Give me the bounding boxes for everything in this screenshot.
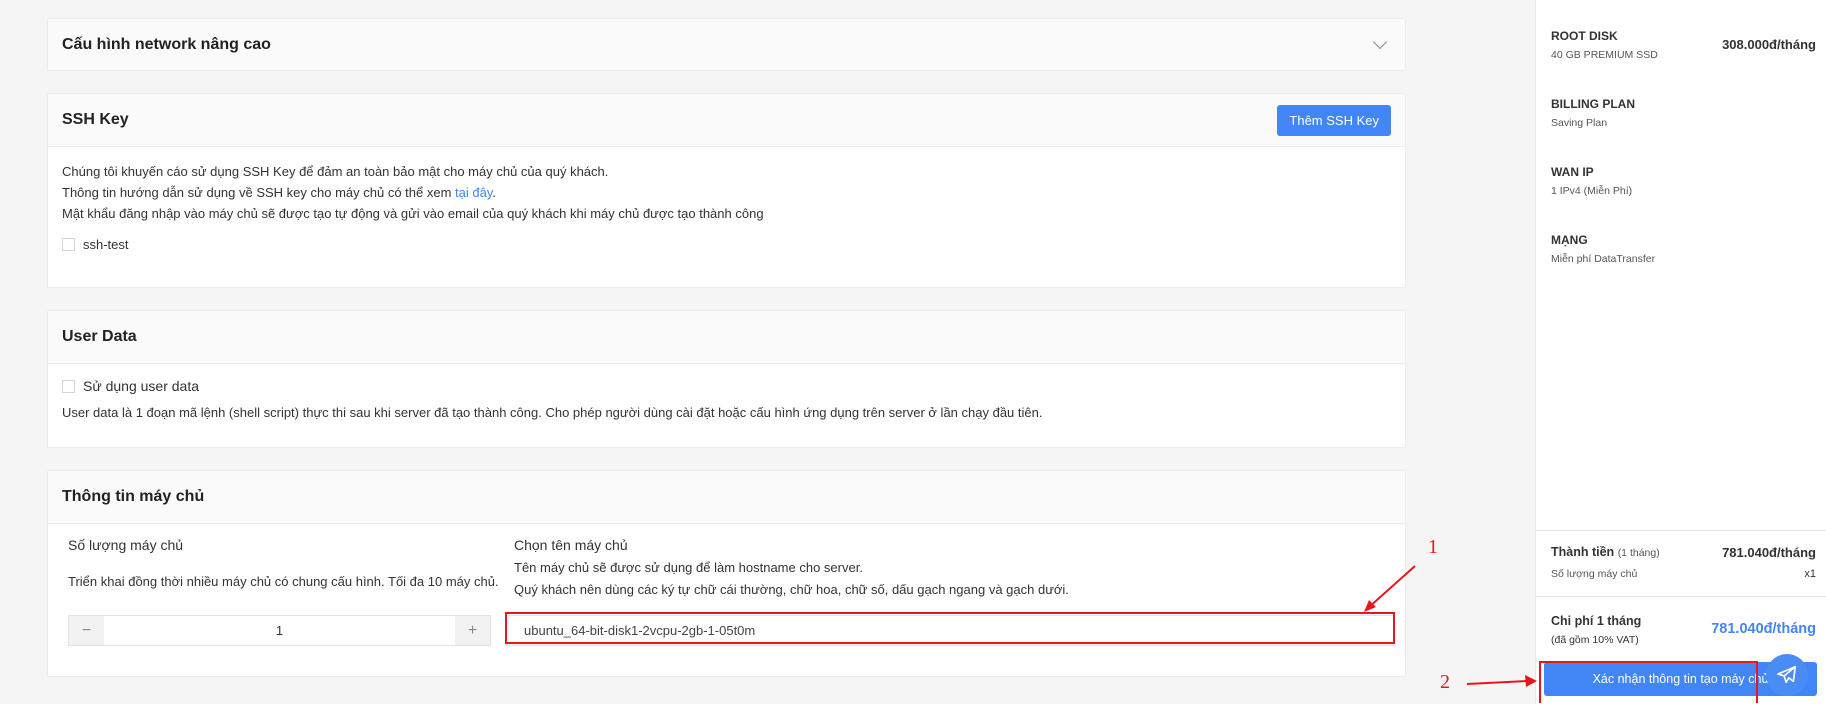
chevron-down-icon[interactable] [1372,34,1388,49]
ssh-key-checkbox[interactable] [62,238,75,252]
ssh-guide-link[interactable]: tại đây [455,185,492,200]
billing-plan-label: BILLING PLAN [1551,97,1635,111]
network-value: Miễn phí DataTransfer [1551,253,1656,265]
network-label: MẠNG [1551,233,1588,247]
main-content: Cấu hình network nâng cao SSH Key Thêm S… [0,0,1535,704]
server-name-help-2: Quý khách nên dùng các ký tự chữ cái thư… [514,582,1069,597]
annotation-box-1 [505,612,1395,644]
root-disk-price: 308.000đ/tháng [1722,37,1816,52]
user-data-checkbox[interactable] [62,380,75,394]
billing-plan-value: Saving Plan [1551,117,1608,129]
increment-button[interactable]: + [455,616,490,645]
wan-ip-value: 1 IPv4 (Miễn Phí) [1551,185,1633,197]
wan-ip-item: WAN IP 1 IPv4 (Miễn Phí) [1551,165,1816,197]
server-name-label: Chọn tên máy chủ [514,537,628,553]
ssh-guide-suffix: . [492,185,496,200]
billing-plan-item: BILLING PLAN Saving Plan [1551,97,1816,129]
annotation-number-1: 1 [1428,536,1438,558]
user-data-description: User data là 1 đoạn mã lệnh (shell scrip… [62,405,1043,420]
root-disk-item: ROOT DISK 40 GB PREMIUM SSD 308.000đ/thá… [1551,29,1816,61]
telegram-chat-button[interactable] [1766,654,1808,696]
monthly-cost-item: Chi phí 1 tháng (đã gồm 10% VAT) 781.040… [1551,614,1816,646]
order-summary-sidebar: ROOT DISK 40 GB PREMIUM SSD 308.000đ/thá… [1535,0,1826,704]
server-name-help-1: Tên máy chủ sẽ được sử dụng để làm hostn… [514,560,863,575]
summary-divider-2 [1536,596,1826,597]
network-config-panel[interactable]: Cấu hình network nâng cao [47,18,1406,71]
server-info-header: Thông tin máy chủ [48,471,1405,524]
ssh-key-option[interactable]: ssh-test [62,234,1391,255]
qty-label: Số lượng máy chủ [1551,568,1638,580]
decrement-button[interactable]: − [69,616,104,645]
ssh-key-title: SSH Key [62,111,129,128]
user-data-title: User Data [62,328,137,345]
ssh-guide-prefix: Thông tin hướng dẫn sử dụng về SSH key c… [62,185,456,200]
network-item: MẠNG Miễn phí DataTransfer [1551,233,1816,265]
ssh-key-panel: SSH Key Thêm SSH Key Chúng tôi khuyến cá… [47,93,1406,288]
password-info-text: Mật khẩu đăng nhập vào máy chủ sẽ được t… [62,206,764,221]
user-data-option[interactable]: Sử dụng user data [62,378,1391,396]
monthly-price: 781.040đ/tháng [1711,621,1816,637]
paper-plane-icon [1777,665,1797,684]
add-ssh-key-button[interactable]: Thêm SSH Key [1277,104,1391,136]
ssh-guide-text: Thông tin hướng dẫn sử dụng về SSH key c… [62,182,1391,203]
qty-value: x1 [1804,568,1816,580]
annotation-number-2: 2 [1440,671,1450,693]
annotation-box-2 [1539,661,1758,703]
quantity-stepper[interactable]: − 1 + [68,615,491,646]
network-config-title: Cấu hình network nâng cao [62,35,271,53]
total-label: Thành tiền [1551,545,1615,559]
quantity-value[interactable]: 1 [104,616,455,645]
annotation-arrow-2 [1466,675,1537,687]
ssh-recommendation-text: Chúng tôi khuyến cáo sử dụng SSH Key để … [62,164,609,179]
total-price: 781.040đ/tháng [1722,545,1816,560]
summary-divider-1 [1536,530,1826,531]
quantity-label: Số lượng máy chủ [68,537,184,553]
server-info-panel: Thông tin máy chủ Số lượng máy chủ Triển… [47,470,1406,677]
network-config-header[interactable]: Cấu hình network nâng cao [48,19,1405,70]
total-period: (1 tháng) [1617,547,1660,559]
user-data-header: User Data [48,311,1405,364]
user-data-panel: User Data Sử dụng user data User data là… [47,310,1406,448]
total-item: Thành tiền (1 tháng) 781.040đ/tháng Số l… [1551,545,1816,580]
ssh-key-name: ssh-test [83,237,129,252]
server-info-title: Thông tin máy chủ [62,488,205,505]
annotation-arrow-1 [1364,565,1416,612]
wan-ip-label: WAN IP [1551,165,1594,179]
quantity-help: Triển khai đồng thời nhiều máy chủ có ch… [68,574,499,589]
ssh-key-header: SSH Key Thêm SSH Key [48,94,1405,147]
user-data-checkbox-label: Sử dụng user data [83,378,200,394]
